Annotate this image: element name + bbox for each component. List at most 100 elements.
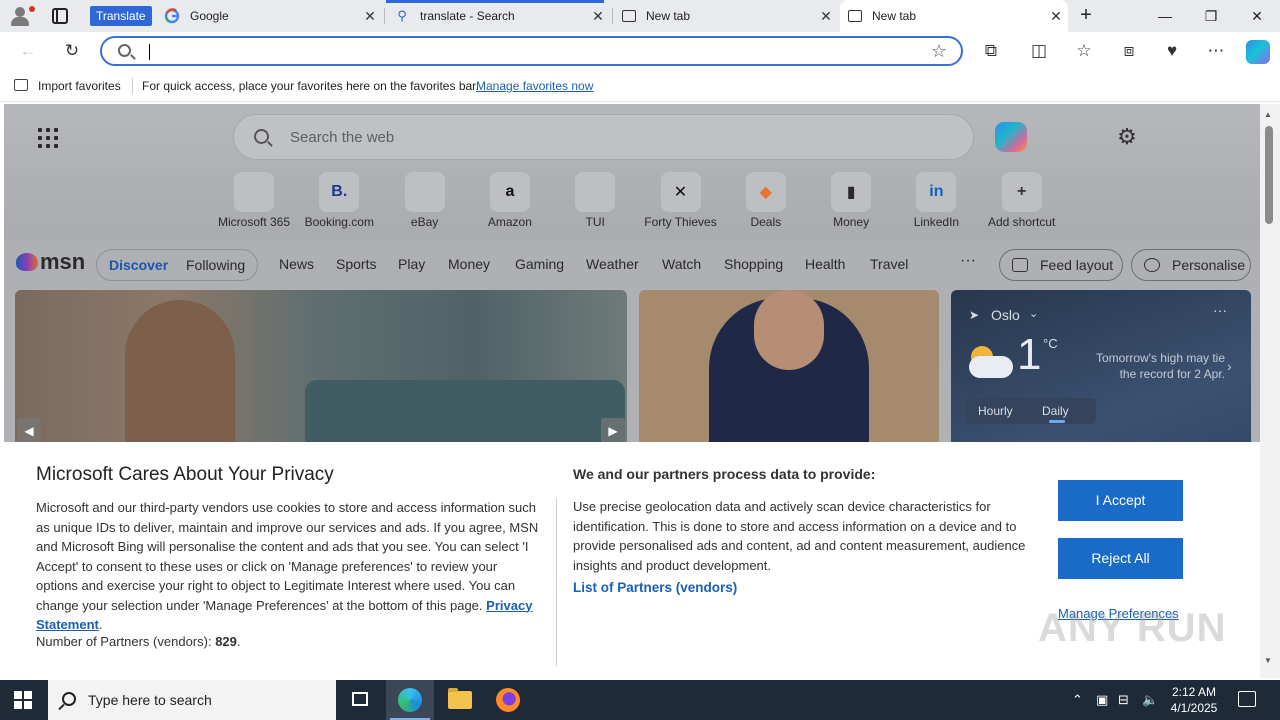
shortcut-tile[interactable]: + Add shortcut (980, 172, 1064, 229)
nav-news[interactable]: News (279, 256, 314, 272)
feed-layout-button[interactable]: Feed layout (999, 249, 1123, 281)
text-caret (149, 44, 150, 60)
close-icon[interactable]: ✕ (586, 8, 610, 25)
app-launcher-icon[interactable] (38, 128, 58, 148)
shortcut-tile[interactable]: Microsoft 365 (212, 172, 296, 229)
chevron-down-icon[interactable]: ⌄ (1029, 307, 1038, 320)
shortcut-tile[interactable]: ◆ Deals (724, 172, 808, 229)
close-icon[interactable]: ✕ (814, 8, 838, 25)
refresh-icon[interactable]: ↻ (60, 39, 84, 63)
taskbar-search[interactable]: Type here to search (48, 680, 336, 720)
web-search-box[interactable]: Search the web (233, 114, 974, 160)
carousel-prev-icon[interactable]: ◀ (17, 418, 41, 444)
feed-layout-label: Feed layout (1040, 257, 1114, 273)
minimize-button[interactable]: — (1142, 0, 1188, 32)
gear-icon[interactable]: ⚙ (1116, 126, 1138, 148)
nav-gaming[interactable]: Gaming (515, 256, 564, 272)
tab-hourly[interactable]: Hourly (978, 404, 1013, 418)
notification-icon[interactable] (1238, 691, 1256, 707)
nav-sports[interactable]: Sports (336, 256, 376, 272)
reject-all-button[interactable]: Reject All (1058, 538, 1183, 579)
manage-favorites-link[interactable]: Manage favorites now (476, 79, 593, 93)
scroll-down-icon[interactable]: ▼ (1264, 656, 1272, 665)
close-icon[interactable]: ✕ (358, 8, 382, 25)
web-search-placeholder[interactable]: Search the web (290, 129, 394, 146)
chevron-right-icon[interactable]: › (1227, 358, 1232, 374)
accept-button[interactable]: I Accept (1058, 480, 1183, 521)
taskbar-clock[interactable]: 2:12 AM 4/1/2025 (1166, 684, 1222, 716)
nav-shopping[interactable]: Shopping (724, 256, 783, 272)
taskbar-search-placeholder[interactable]: Type here to search (88, 692, 212, 708)
translate-badge[interactable]: Translate (90, 6, 152, 26)
page-scrollbar[interactable]: ▲ ▼ (1260, 104, 1280, 678)
scroll-up-icon[interactable]: ▲ (1264, 110, 1272, 119)
back-arrow-icon[interactable]: ← (16, 39, 40, 63)
shortcut-icon: in (916, 172, 957, 212)
nav-play[interactable]: Play (398, 256, 425, 272)
shortcut-tile[interactable]: B. Booking.com (297, 172, 381, 229)
profile-icon[interactable] (8, 4, 35, 28)
restore-button[interactable]: ❐ (1188, 0, 1234, 32)
copilot-icon[interactable] (1246, 40, 1270, 64)
weather-location[interactable]: Oslo (991, 307, 1020, 323)
tray-device-icon[interactable]: ▣ (1096, 692, 1108, 708)
split-screen-icon[interactable]: ◫ (1027, 39, 1051, 63)
shortcut-tile[interactable]: ✕ Forty Thieves (639, 172, 723, 229)
shortcut-icon: ▮ (831, 172, 872, 212)
nav-weather[interactable]: Weather (586, 256, 639, 272)
address-bar[interactable]: ☆ (100, 36, 963, 66)
tab-translate-search[interactable]: ⚲ translate - Search ✕ (386, 0, 610, 32)
more-nav-icon[interactable]: ··· (960, 252, 976, 270)
nav-watch[interactable]: Watch (662, 256, 701, 272)
copilot-icon[interactable] (995, 122, 1027, 152)
tab-daily[interactable]: Daily (1042, 404, 1069, 418)
import-icon (14, 79, 28, 91)
shortcut-tile[interactable]: a Amazon (468, 172, 552, 229)
collections-icon[interactable]: ⧈ (1117, 39, 1141, 63)
tab-following[interactable]: Following (186, 257, 245, 273)
shortcut-tile[interactable]: TUI (553, 172, 637, 229)
tab-actions-icon[interactable] (52, 8, 68, 24)
task-view-button[interactable] (336, 680, 384, 720)
shortcut-tile[interactable]: in LinkedIn (894, 172, 978, 229)
shortcut-icon: ✕ (660, 172, 701, 212)
favorite-star-icon[interactable]: ☆ (931, 40, 947, 62)
vendors-list-link[interactable]: List of Partners (vendors) (573, 580, 737, 595)
taskbar-edge[interactable] (386, 680, 434, 720)
tab-new-tab-active[interactable]: New tab ✕ (840, 0, 1068, 32)
more-options-icon[interactable]: ··· (1213, 302, 1227, 318)
close-window-button[interactable]: ✕ (1234, 0, 1280, 32)
nav-health[interactable]: Health (805, 256, 845, 272)
close-icon[interactable]: ✕ (1044, 8, 1068, 25)
shortcut-tile[interactable]: ▮ Money (809, 172, 893, 229)
divider (556, 498, 557, 666)
windows-start-icon[interactable] (14, 691, 32, 709)
volume-icon[interactable]: 🔈 (1142, 692, 1158, 708)
shortcut-tile[interactable]: eBay (383, 172, 467, 229)
import-favorites-button[interactable]: Import favorites (38, 79, 121, 93)
task-view-icon (352, 692, 368, 706)
scrollbar-thumb[interactable] (1265, 126, 1273, 224)
settings-more-icon[interactable]: ⋯ (1204, 39, 1228, 63)
extensions-icon[interactable]: ⧉ (979, 39, 1003, 63)
tray-chevron-up-icon[interactable]: ⌃ (1072, 692, 1083, 708)
taskbar-firefox[interactable] (484, 680, 532, 720)
new-tab-button[interactable]: + (1076, 4, 1096, 28)
carousel-next-icon[interactable]: ▶ (601, 418, 625, 444)
network-icon[interactable]: ⊟ (1118, 692, 1129, 708)
tab-google[interactable]: Google ✕ (156, 0, 382, 32)
shortcut-label: Add shortcut (988, 215, 1056, 229)
favorites-icon[interactable]: ☆ (1072, 39, 1096, 63)
taskbar-file-explorer[interactable] (436, 680, 484, 720)
tab-new-tab[interactable]: New tab ✕ (614, 0, 838, 32)
weather-unit: °C (1043, 336, 1058, 351)
msn-logo[interactable]: msn (16, 249, 85, 275)
performance-icon[interactable]: ♥ (1160, 39, 1184, 63)
nav-travel[interactable]: Travel (870, 256, 908, 272)
personalise-button[interactable]: Personalise (1131, 249, 1251, 281)
nav-money[interactable]: Money (448, 256, 490, 272)
personalise-icon (1144, 258, 1160, 272)
tab-discover[interactable]: Discover (109, 257, 168, 273)
shortcut-label: Forty Thieves (644, 215, 717, 229)
process-body: Use precise geolocation data and activel… (573, 499, 1026, 573)
